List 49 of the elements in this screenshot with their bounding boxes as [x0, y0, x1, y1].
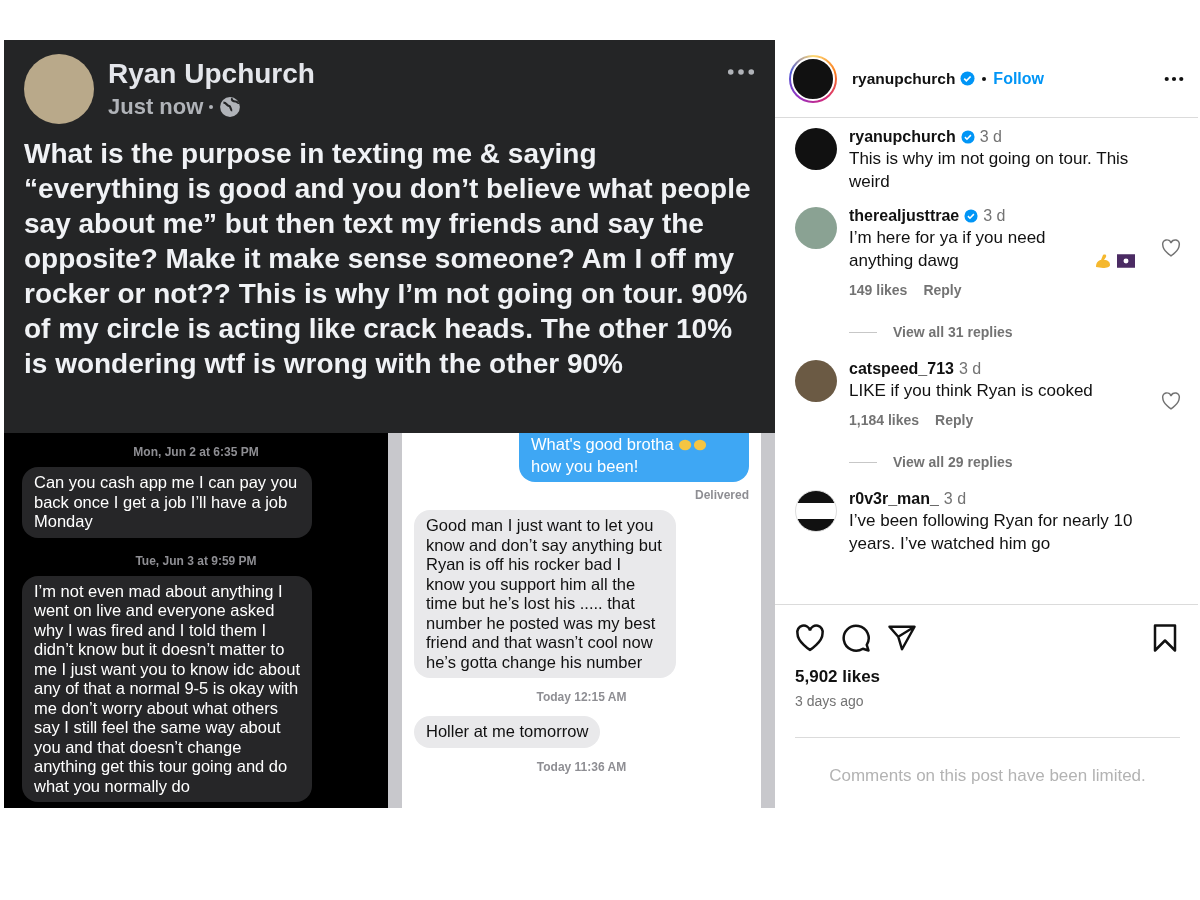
comment-text: I’m here for ya if you need anything dawg [849, 227, 1047, 272]
comment-text: This is why im not going on tour. This weird [849, 149, 1129, 191]
pirate-flag-emoji-icon [1117, 253, 1135, 269]
comment-text: LIKE if you think Ryan is cooked [849, 381, 1093, 400]
comments-limited-notice: Comments on this post have been limited. [795, 737, 1180, 786]
post-text: What is the purpose in texting me & saying “everything is good and you don’t believe what people say about me” but then text my friends and say the opposite? Make it make sense someone? Am I off my rocker or not?? This is why I’m not going on tour. 90% of my circle is acting like crack heads. The other 10% is wondering wtf is wrong with the other 90% [24, 137, 752, 381]
post-date: 3 days ago [795, 693, 865, 709]
story-ring-avatar[interactable] [789, 54, 837, 103]
comment-text: I’ve been following Ryan for nearly 10 years. I’ve watched him go [849, 511, 1133, 553]
message-timestamp: Mon, Jun 2 at 6:35 PM [133, 445, 259, 459]
comment-likes[interactable]: 1,184 likes [849, 412, 920, 428]
avatar-placeholder[interactable] [795, 490, 837, 532]
dot-separator-icon [209, 105, 214, 109]
view-replies-link[interactable]: View all 29 replies [893, 454, 1013, 470]
comment-icon[interactable] [841, 623, 871, 653]
avatar-placeholder[interactable] [795, 128, 837, 170]
fist-bump-emoji-icon [677, 437, 708, 452]
comment-time: 3 d [958, 360, 982, 378]
message-text: how you been! [531, 456, 639, 476]
heart-icon[interactable] [795, 623, 825, 653]
share-icon[interactable] [887, 623, 917, 653]
comment-time: 3 d [983, 207, 1006, 225]
author-name[interactable]: Ryan Upchurch [108, 58, 315, 90]
avatar-placeholder[interactable] [795, 360, 837, 402]
likes-count[interactable]: 5,902 likes [795, 667, 1198, 687]
comment-username[interactable]: ryanupchurch [849, 128, 956, 146]
comment-username[interactable]: therealjusttrae [849, 207, 960, 225]
more-options-icon[interactable] [1164, 75, 1184, 82]
comment-time: 3 d [943, 490, 967, 508]
message-timestamp: Tue, Jun 3 at 9:59 PM [135, 553, 257, 568]
comment-username[interactable]: catspeed_713 [849, 360, 954, 378]
reply-link[interactable]: Reply [923, 282, 962, 298]
received-message: Good man I just want to let you know and don’t say anything but Ryan is off his rocker bad I know you support him all the time but he’s lost his ..... that number he posted was my best friend and that wasn’t cool now he’s gotta change his number [414, 510, 676, 678]
received-message: I’m not even mad about anything I went on live and everyone asked why I was fired and I told them I didn’t know but it doesn’t matter to me I just want you to know idc about any of that a normal 9-5 is okay with me don’t worry about what others say I still feel the same way about you and that doesn’t change anything get this tour going and do what you normally do [22, 575, 312, 802]
message-timestamp: Today 11:36 AM [536, 759, 627, 774]
received-message: Holler at me tomorrow [414, 716, 601, 748]
post-time: Just now [108, 94, 204, 120]
comment-likes[interactable]: 149 likes [849, 282, 908, 298]
reply-link[interactable]: Reply [935, 412, 974, 428]
view-replies-link[interactable]: View all 31 replies [893, 324, 1013, 340]
more-options-icon[interactable] [727, 68, 755, 76]
dot-separator-icon [982, 76, 987, 81]
message-timestamp: Today 12:15 AM [536, 690, 627, 704]
username-link[interactable]: ryanupchurch [852, 69, 956, 88]
message-text: What's good brotha [531, 435, 674, 455]
comment-time: 3 d [979, 128, 1002, 146]
comment-username[interactable]: r0v3r_man_ [849, 490, 939, 508]
received-message: Can you cash app me I can pay you back once I get a job I’ll have a job Monday [22, 467, 312, 538]
delivered-status: Delivered [694, 488, 749, 502]
